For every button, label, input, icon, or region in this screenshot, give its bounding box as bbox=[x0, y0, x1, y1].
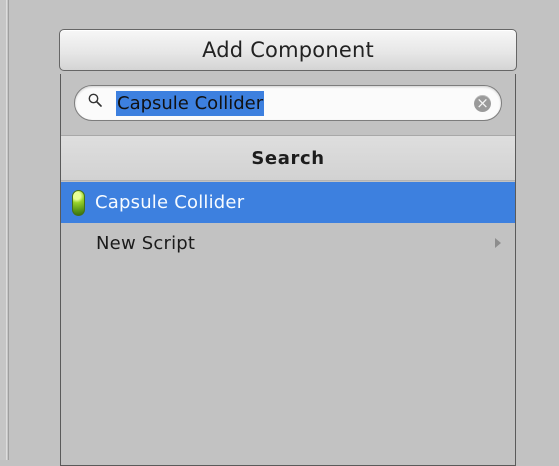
add-component-popup: Capsule Collider × Search Capsule Collid… bbox=[60, 74, 516, 466]
search-results-list: Capsule Collider New Script bbox=[61, 182, 515, 264]
search-input-value: Capsule Collider bbox=[116, 91, 265, 116]
list-item-label: Capsule Collider bbox=[95, 192, 245, 213]
capsule-collider-icon bbox=[72, 189, 85, 216]
search-icon bbox=[88, 93, 102, 107]
search-area: Capsule Collider × bbox=[61, 74, 515, 136]
list-item-label: New Script bbox=[96, 233, 196, 254]
search-input[interactable]: Capsule Collider bbox=[116, 91, 476, 116]
submenu-arrow-icon bbox=[495, 238, 501, 248]
clear-icon[interactable]: × bbox=[474, 95, 491, 112]
add-component-button[interactable]: Add Component bbox=[59, 29, 517, 71]
search-field[interactable]: Capsule Collider × bbox=[74, 85, 502, 121]
inspector-left-border bbox=[0, 0, 9, 460]
list-item-capsule-collider[interactable]: Capsule Collider bbox=[61, 182, 515, 223]
list-item-new-script[interactable]: New Script bbox=[61, 223, 515, 264]
search-results-header: Search bbox=[61, 136, 515, 181]
